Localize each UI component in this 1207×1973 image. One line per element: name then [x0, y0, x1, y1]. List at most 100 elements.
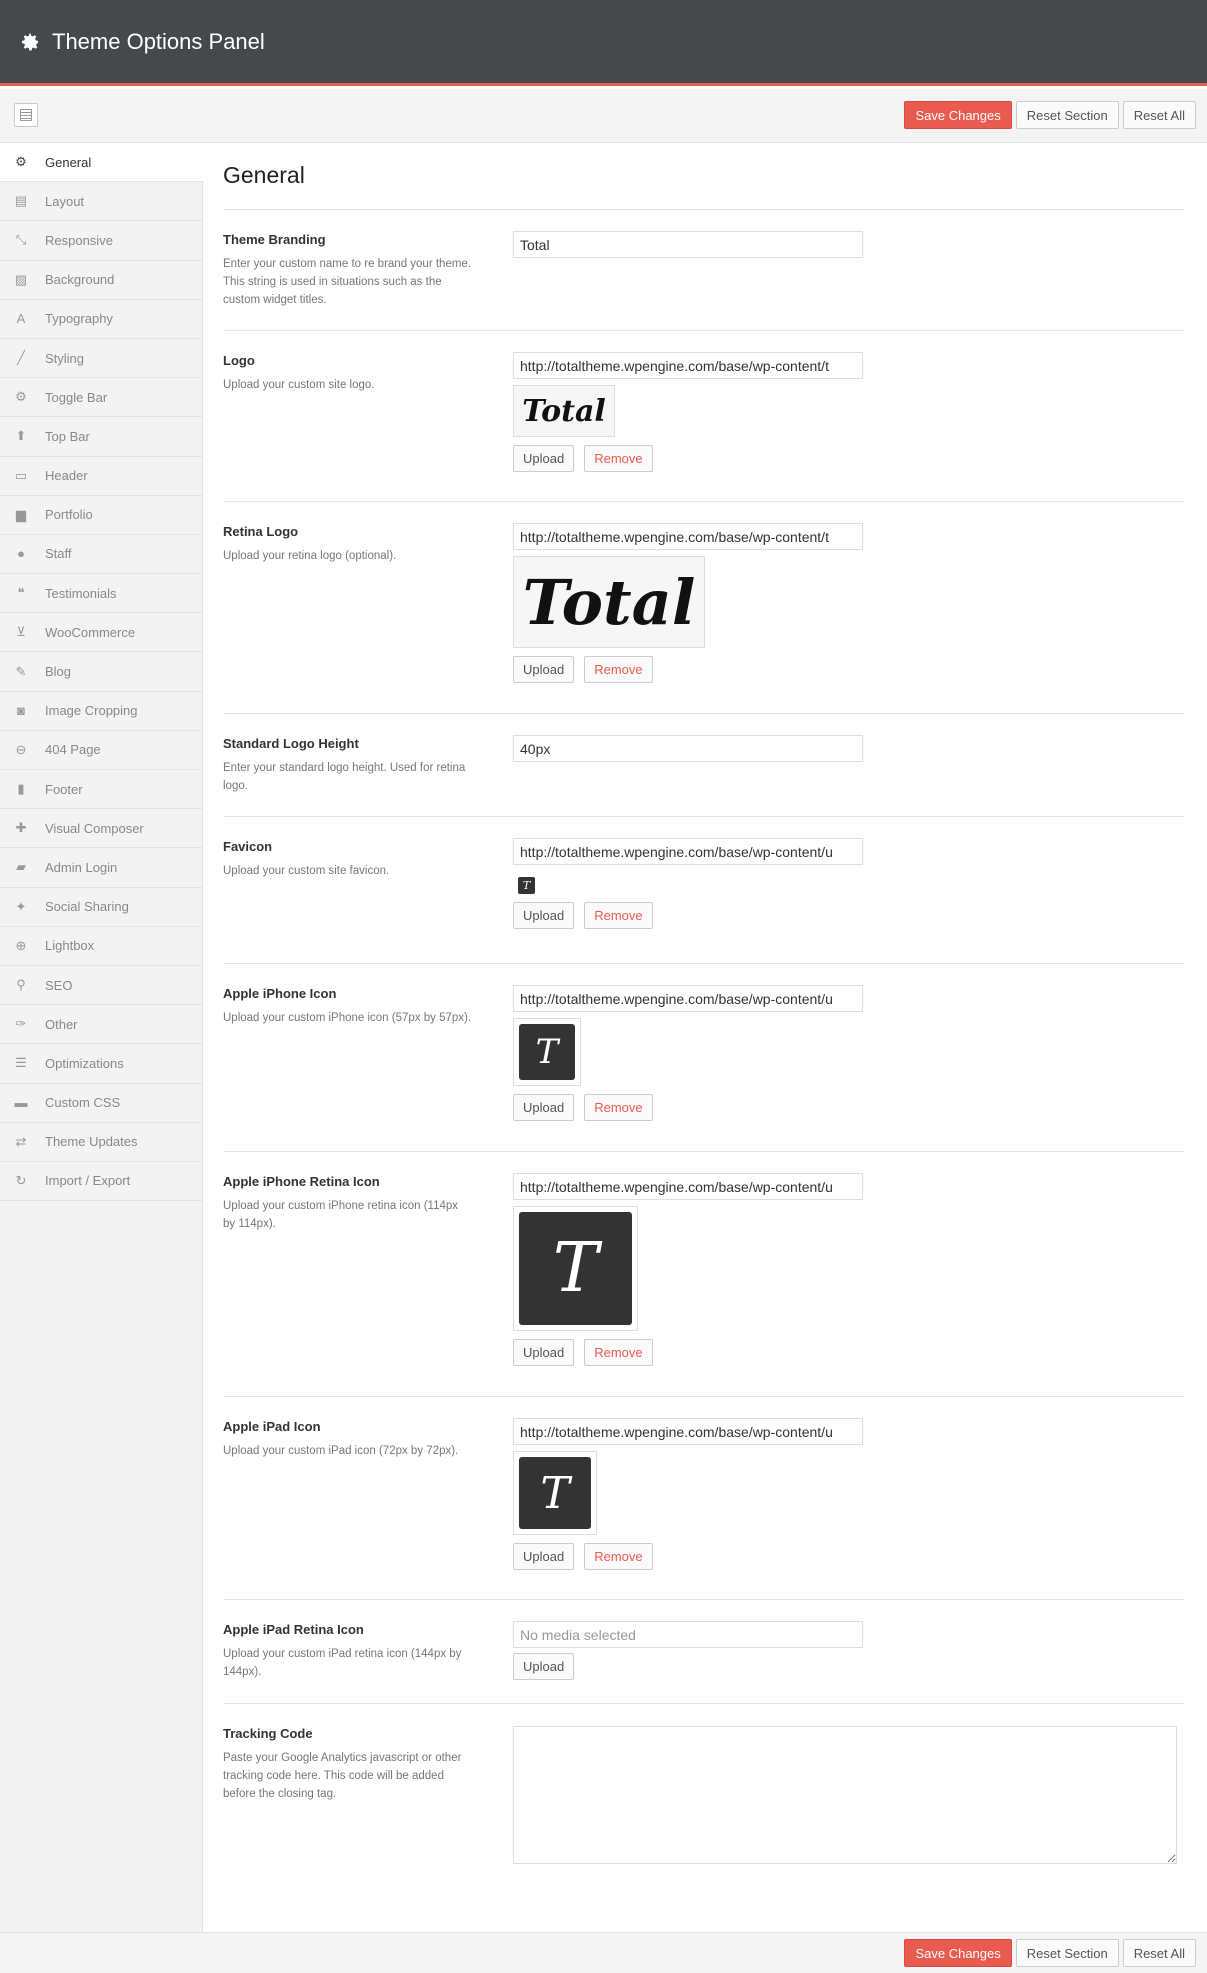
sidebar-item-social-sharing[interactable]: ✦ Social Sharing — [0, 888, 202, 927]
favicon-upload-button[interactable]: Upload — [513, 902, 575, 929]
sidebar-item-styling[interactable]: ╱ Styling — [0, 339, 202, 379]
ipad-icon-upload-button[interactable]: Upload — [513, 1543, 575, 1570]
sidebar-item-label: Staff — [45, 546, 72, 562]
sidebar: ⚙ General ▤ Layout ⤡ Responsive ▨ Background… — [0, 143, 203, 1932]
lock-icon: ▰ — [16, 859, 26, 875]
reset-all-button[interactable]: Reset All — [1122, 101, 1196, 129]
save-changes-button[interactable]: Save Changes — [904, 101, 1012, 129]
wrench-icon: ✑ — [15, 1016, 27, 1032]
sidebar-item-label: Testimonials — [45, 585, 117, 601]
page-title: General — [223, 162, 1185, 210]
camera-icon: ◙ — [17, 703, 25, 719]
sidebar-item-optimizations[interactable]: ☰ Optimizations — [0, 1044, 202, 1084]
retina-logo-upload-button[interactable]: Upload — [513, 656, 575, 683]
sidebar-item-responsive[interactable]: ⤡ Responsive — [0, 221, 202, 261]
sidebar-item-404-page[interactable]: ⊖ 404 Page — [0, 731, 202, 770]
sidebar-item-typography[interactable]: A Typography — [0, 300, 202, 339]
sidebar-item-label: Lightbox — [45, 938, 95, 954]
sidebar-item-portfolio[interactable]: ▆ Portfolio — [0, 496, 202, 535]
sidebar-item-label: Custom CSS — [45, 1095, 121, 1111]
ipad-retina-icon-upload-button[interactable]: Upload — [513, 1653, 575, 1680]
reset-section-button[interactable]: Reset Section — [1015, 1939, 1119, 1967]
quote-icon: ❝ — [17, 585, 25, 601]
retina-logo-preview-image: Total — [513, 556, 705, 648]
sidebar-item-footer[interactable]: ▮ Footer — [0, 770, 202, 810]
sidebar-item-label: Header — [45, 468, 88, 484]
field-description: Upload your custom iPhone retina icon (1… — [223, 1200, 459, 1230]
tracking-code-textarea[interactable] — [513, 1726, 1177, 1864]
gear-icon — [22, 33, 38, 50]
bottom-toolbar: Save Changes Reset Section Reset All — [0, 1932, 1207, 1973]
theme-branding-input[interactable] — [513, 231, 863, 258]
favicon-url-input[interactable] — [513, 838, 863, 865]
sidebar-item-custom-css[interactable]: ▬ Custom CSS — [0, 1084, 202, 1123]
iphone-icon-url-input[interactable] — [513, 985, 863, 1012]
field-logo: Logo Upload your custom site logo. Total… — [223, 331, 1185, 502]
iphone-retina-icon-url-input[interactable] — [513, 1173, 863, 1200]
sidebar-item-lightbox[interactable]: ⊕ Lightbox — [0, 927, 202, 966]
sidebar-item-other[interactable]: ✑ Other — [0, 1005, 202, 1045]
twitter-icon: ✦ — [15, 898, 27, 914]
reset-all-button[interactable]: Reset All — [1122, 1939, 1196, 1967]
sidebar-item-background[interactable]: ▨ Background — [0, 261, 202, 300]
field-tracking-code: Tracking Code Paste your Google Analytic… — [223, 1704, 1185, 1925]
sidebar-item-label: Top Bar — [45, 428, 90, 444]
sidebar-item-label: Styling — [45, 350, 85, 366]
logo-remove-button[interactable]: Remove — [584, 445, 653, 472]
field-description: Upload your custom iPhone icon (57px by … — [223, 1012, 472, 1024]
field-favicon: Favicon Upload your custom site favicon.… — [223, 817, 1185, 964]
logo-upload-button[interactable]: Upload — [513, 445, 575, 472]
expand-toggle-icon[interactable] — [14, 103, 38, 127]
sidebar-item-label: Other — [45, 1016, 78, 1032]
sidebar-item-seo[interactable]: ⚲ SEO — [0, 966, 202, 1006]
sidebar-item-label: Layout — [45, 193, 85, 209]
field-title: Logo — [223, 353, 255, 368]
ipad-icon-remove-button[interactable]: Remove — [584, 1543, 653, 1570]
user-icon: ● — [17, 546, 25, 562]
retina-logo-remove-button[interactable]: Remove — [584, 656, 653, 683]
iphone-retina-icon-remove-button[interactable]: Remove — [584, 1339, 653, 1366]
top-toolbar: Save Changes Reset Section Reset All — [0, 89, 1207, 143]
iphone-retina-icon-upload-button[interactable]: Upload — [513, 1339, 575, 1366]
monitor-icon: ▭ — [14, 467, 28, 483]
sidebar-item-testimonials[interactable]: ❝ Testimonials — [0, 574, 202, 614]
sidebar-item-label: 404 Page — [45, 742, 101, 758]
retina-logo-url-input[interactable] — [513, 523, 863, 550]
reset-section-button[interactable]: Reset Section — [1015, 101, 1119, 129]
sidebar-item-blog[interactable]: ✎ Blog — [0, 652, 202, 692]
iphone-icon-remove-button[interactable]: Remove — [584, 1094, 653, 1121]
field-description: Upload your custom site favicon. — [223, 865, 390, 877]
sidebar-item-header[interactable]: ▭ Header — [0, 457, 202, 496]
sidebar-item-layout[interactable]: ▤ Layout — [0, 182, 202, 222]
field-description: Enter your standard logo height. Used fo… — [223, 762, 466, 792]
favicon-remove-button[interactable]: Remove — [584, 902, 653, 929]
sidebar-item-staff[interactable]: ● Staff — [0, 535, 202, 575]
sidebar-item-toggle-bar[interactable]: ⚙ Toggle Bar — [0, 378, 202, 418]
sidebar-item-theme-updates[interactable]: ⇄ Theme Updates — [0, 1123, 202, 1162]
ipad-icon-url-input[interactable] — [513, 1418, 863, 1445]
cart-icon: ⊻ — [16, 624, 26, 640]
sidebar-item-woocommerce[interactable]: ⊻ WooCommerce — [0, 613, 202, 653]
zoom-icon: ⊕ — [15, 937, 27, 953]
bookmark-icon: ▮ — [17, 781, 25, 797]
field-title: Theme Branding — [223, 232, 326, 247]
sidebar-item-image-cropping[interactable]: ◙ Image Cropping — [0, 692, 202, 731]
sidebar-item-visual-composer[interactable]: ✚ Visual Composer — [0, 809, 202, 849]
sidebar-item-label: Import / Export — [45, 1173, 131, 1189]
field-title: Apple iPad Icon — [223, 1419, 321, 1434]
sidebar-item-label: Footer — [45, 781, 83, 797]
sidebar-item-admin-login[interactable]: ▰ Admin Login — [0, 848, 202, 888]
sidebar-item-general[interactable]: ⚙ General — [0, 143, 203, 183]
layout-icon: ▤ — [14, 193, 28, 209]
puzzle-icon: ✚ — [15, 820, 27, 836]
save-changes-button[interactable]: Save Changes — [904, 1939, 1012, 1967]
field-description: Upload your custom iPad icon (72px by 72… — [223, 1445, 459, 1457]
iphone-icon-upload-button[interactable]: Upload — [513, 1094, 575, 1121]
logo-height-input[interactable] — [513, 735, 863, 762]
sidebar-item-top-bar[interactable]: ⬆ Top Bar — [0, 417, 202, 457]
field-title: Apple iPhone Retina Icon — [223, 1174, 380, 1189]
sidebar-item-import-export[interactable]: ↻ Import / Export — [0, 1162, 202, 1202]
ipad-retina-icon-url-input[interactable] — [513, 1621, 863, 1648]
logo-url-input[interactable] — [513, 352, 863, 379]
sidebar-item-label: WooCommerce — [45, 624, 136, 640]
